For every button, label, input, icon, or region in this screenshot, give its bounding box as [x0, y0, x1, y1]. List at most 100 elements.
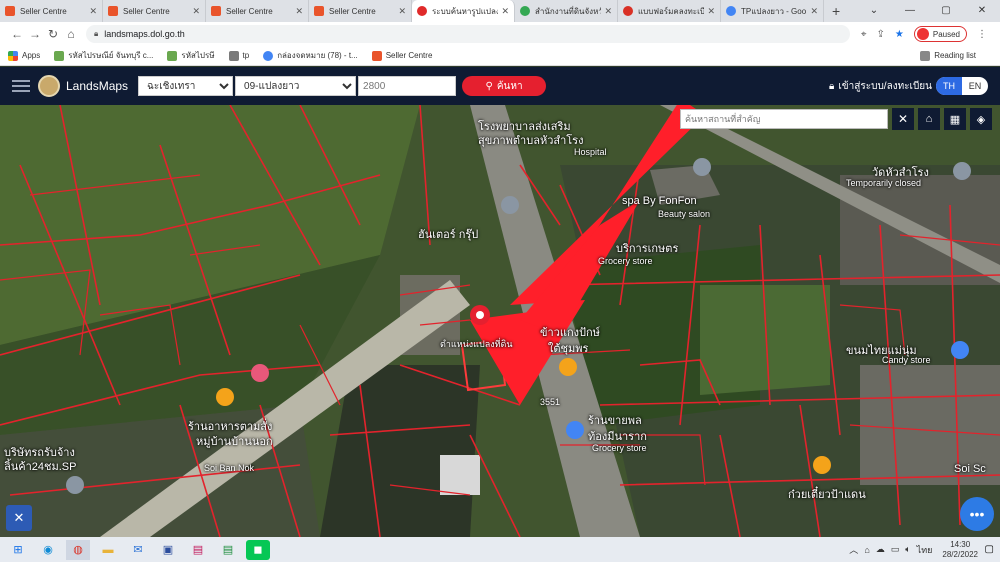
province-select[interactable]: ฉะเชิงเทรา	[138, 76, 234, 96]
reload-icon[interactable]: ↻	[44, 27, 62, 41]
line-app-icon[interactable]: ◼	[246, 539, 270, 560]
browser-tab[interactable]: แบบฟอร์มคลงทะเบียน✕	[618, 0, 721, 22]
lock-icon: 🔒︎	[829, 80, 835, 92]
folder-icon	[228, 50, 239, 61]
reading-list-button[interactable]: Reading list	[920, 50, 976, 61]
seller-centre-icon	[371, 50, 382, 61]
browser-tab[interactable]: Seller Centre ✕	[309, 0, 412, 22]
browser-tab-active[interactable]: ระบบค้นหารูปแปลงที่ดิน✕	[412, 0, 515, 22]
bookmark-item[interactable]: Seller Centre	[371, 50, 432, 61]
close-tab-icon[interactable]: ✕	[89, 6, 97, 17]
mail-icon[interactable]: ✉	[126, 540, 150, 560]
lock-icon: 🔒︎	[94, 29, 99, 38]
bookmark-item[interactable]: tp	[228, 50, 249, 61]
map-label: ฮันเตอร์ กรุ๊ป	[418, 229, 479, 241]
map-label: Grocery store	[592, 443, 647, 453]
map-label: หมู่บ้านบ้านนอก	[196, 436, 273, 448]
close-tab-icon[interactable]: ✕	[295, 6, 303, 17]
bookmarks-bar: Apps รหัสไปรษณีย์ จันทบุรี c... รหัสไปรษ…	[0, 46, 1000, 66]
minimize-icon[interactable]: —	[892, 0, 928, 22]
app-icon[interactable]: ▤	[216, 540, 240, 560]
profile-paused-button[interactable]: Paused	[913, 26, 967, 42]
edge-icon[interactable]: ◉	[36, 540, 60, 560]
place-search-input[interactable]	[680, 109, 888, 129]
dol-logo	[38, 75, 60, 97]
cloud-icon[interactable]: ☁	[876, 544, 885, 555]
star-icon[interactable]: ★	[895, 29, 904, 40]
tools-icon[interactable]: ✕	[6, 505, 32, 531]
home-icon[interactable]: ⌂	[62, 27, 80, 41]
close-tab-icon[interactable]: ✕	[707, 6, 715, 17]
back-icon[interactable]: ←	[8, 27, 26, 41]
browser-tab[interactable]: Seller Centre ✕	[206, 0, 309, 22]
map-label: สุขภาพตำบลหัวสำโรง	[478, 135, 584, 147]
lang-th-button[interactable]: TH	[936, 77, 962, 95]
tab-search-icon[interactable]: ⌄	[856, 0, 892, 22]
lang-en-button[interactable]: EN	[962, 77, 988, 95]
menu-icon[interactable]: ⋮	[977, 29, 987, 40]
share-icon[interactable]: ⇪	[877, 29, 885, 40]
notification-icon[interactable]: ▢	[985, 544, 994, 555]
grid-icon[interactable]: ▦	[944, 108, 966, 130]
speaker-icon[interactable]: 🔈︎	[905, 544, 910, 555]
store-icon[interactable]: ▣	[156, 540, 180, 560]
seller-centre-icon	[211, 6, 221, 16]
bookmark-apps[interactable]: Apps	[8, 50, 40, 61]
parcel-number-input[interactable]	[358, 76, 457, 96]
browser-tab[interactable]: Seller Centre ✕	[103, 0, 206, 22]
language-toggle: TH EN	[936, 77, 988, 95]
browser-tab[interactable]: Seller Centre ✕	[0, 0, 103, 22]
file-explorer-icon[interactable]: ▬	[96, 540, 120, 560]
map-label: บริการเกษตร	[616, 243, 679, 255]
search-button[interactable]: ⚲ ค้นหา	[462, 76, 547, 96]
map-label: Hospital	[574, 147, 607, 157]
bookmark-item[interactable]: รหัสไปรษณีย์ จันทบุรี c...	[54, 49, 153, 62]
app-icon[interactable]: ▤	[186, 540, 210, 560]
browser-tab-bar: Seller Centre ✕ Seller Centre ✕ Seller Cen…	[0, 0, 1000, 22]
parcel-location-label: ตำแหน่งแปลงที่ดิน	[440, 339, 513, 349]
maximize-icon[interactable]: ▢	[928, 0, 964, 22]
bookmark-item[interactable]: กล่องจดหมาย (78) - t...	[263, 49, 358, 62]
close-tab-icon[interactable]: ✕	[501, 6, 509, 17]
app-title: LandsMaps	[66, 79, 129, 93]
url-field[interactable]: 🔒︎ landsmaps.dol.go.th	[86, 25, 850, 43]
layers-icon[interactable]: ◈	[970, 108, 992, 130]
browser-tab[interactable]: สำนักงานที่ดินจังหวัด ✕	[515, 0, 618, 22]
bookmark-item[interactable]: รหัสไปรษี	[167, 49, 215, 62]
home-icon[interactable]: ⌂	[918, 108, 940, 130]
close-tab-icon[interactable]: ✕	[398, 6, 406, 17]
clear-search-button[interactable]: ✕	[892, 108, 914, 130]
road-name-label: Soi Sc	[954, 463, 986, 475]
map-canvas[interactable]: โรงพยาบาลส่งเสริม สุขภาพตำบลหัวสำโรง Hos…	[0, 105, 1000, 537]
close-window-icon[interactable]: ✕	[964, 0, 1000, 22]
close-tab-icon[interactable]: ✕	[604, 6, 612, 17]
chat-button[interactable]: •••	[960, 497, 994, 531]
window-controls: ⌄ — ▢ ✕	[856, 0, 1000, 22]
clock[interactable]: 14:30 28/2/2022	[942, 540, 978, 560]
chevron-up-icon[interactable]: ︿	[849, 543, 858, 556]
location-icon[interactable]: ⌖	[861, 29, 867, 40]
input-language[interactable]: ไทย	[917, 543, 933, 557]
close-tab-icon[interactable]: ✕	[192, 6, 200, 17]
map-label: Grocery store	[598, 256, 653, 266]
bookmark-favicon-icon	[54, 50, 65, 61]
map-toolbar: ✕ ⌂ ▦ ◈	[680, 108, 992, 130]
app-header: LandsMaps ฉะเชิงเทรา 09-แปลงยาว ⚲ค้นหา 🔒…	[0, 67, 1000, 105]
new-tab-button[interactable]: +	[824, 0, 848, 22]
address-bar: ← → ↻ ⌂ 🔒︎ landsmaps.dol.go.th ⌖ ⇪ ★ Pau…	[0, 22, 1000, 46]
close-tab-icon[interactable]: ✕	[810, 6, 818, 17]
network-icon[interactable]: ⌂	[864, 545, 869, 555]
chrome-icon[interactable]: ◍	[66, 539, 90, 560]
map-label: Temporarily closed	[846, 178, 922, 188]
battery-icon[interactable]: ▭	[891, 544, 900, 555]
seller-centre-icon	[5, 6, 15, 16]
windows-start-icon[interactable]: ⊞	[6, 540, 30, 560]
login-link[interactable]: 🔒︎ เข้าสู่ระบบ/ลงทะเบียน	[829, 79, 932, 94]
avatar	[916, 28, 929, 40]
forward-icon[interactable]: →	[26, 27, 44, 41]
road-number-label: 3551	[540, 397, 561, 407]
hamburger-menu-icon[interactable]	[12, 80, 30, 92]
browser-tab[interactable]: TPแปลงยาว - Goo ✕	[721, 0, 824, 22]
map-label: Candy store	[882, 355, 931, 365]
district-select[interactable]: 09-แปลงยาว	[235, 76, 357, 96]
